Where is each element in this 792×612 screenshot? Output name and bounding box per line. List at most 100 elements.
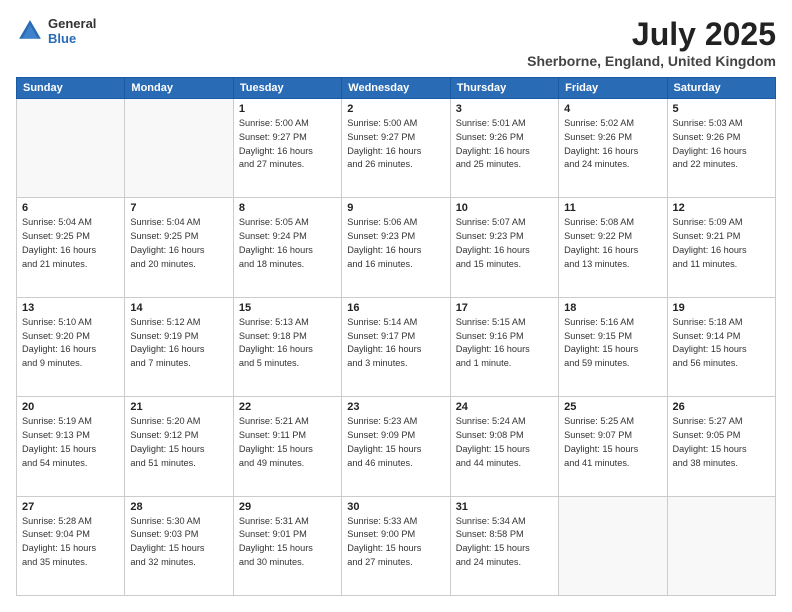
day-number: 12: [673, 202, 770, 214]
day-number: 20: [22, 401, 119, 413]
day-info: Sunrise: 5:34 AM Sunset: 8:58 PM Dayligh…: [456, 515, 553, 570]
day-info: Sunrise: 5:04 AM Sunset: 9:25 PM Dayligh…: [22, 216, 119, 271]
calendar-cell: [667, 496, 775, 595]
day-number: 14: [130, 302, 227, 314]
calendar-body: 1 Sunrise: 5:00 AM Sunset: 9:27 PM Daylig…: [17, 99, 776, 596]
day-info: Sunrise: 5:21 AM Sunset: 9:11 PM Dayligh…: [239, 415, 336, 470]
calendar-cell: 27Sunrise: 5:28 AM Sunset: 9:04 PM Dayli…: [17, 496, 125, 595]
weekday-header: Wednesday: [342, 78, 450, 99]
day-info: Sunrise: 5:10 AM Sunset: 9:20 PM Dayligh…: [22, 316, 119, 371]
day-number: 25: [564, 401, 661, 413]
day-info: Sunrise: 5:00 AM Sunset: 9:27 PM Dayligh…: [239, 117, 336, 172]
day-number: 19: [673, 302, 770, 314]
day-number: 10: [456, 202, 553, 214]
calendar-cell: 22Sunrise: 5:21 AM Sunset: 9:11 PM Dayli…: [233, 397, 341, 496]
calendar-cell: 14 Sunrise: 5:12 AM Sunset: 9:19 PM Dayli…: [125, 297, 233, 396]
day-info: Sunrise: 5:16 AM Sunset: 9:15 PM Dayligh…: [564, 316, 661, 371]
day-info: Sunrise: 5:01 AM Sunset: 9:26 PM Dayligh…: [456, 117, 553, 172]
day-info: Sunrise: 5:13 AM Sunset: 9:18 PM Dayligh…: [239, 316, 336, 371]
day-info: Sunrise: 5:00 AM Sunset: 9:27 PM Dayligh…: [347, 117, 444, 172]
day-number: 8: [239, 202, 336, 214]
day-info: Sunrise: 5:23 AM Sunset: 9:09 PM Dayligh…: [347, 415, 444, 470]
logo-top: General: [48, 16, 96, 31]
calendar-cell: 2Sunrise: 5:00 AM Sunset: 9:27 PM Daylig…: [342, 99, 450, 198]
calendar-header: SundayMondayTuesdayWednesdayThursdayFrid…: [17, 78, 776, 99]
day-info: Sunrise: 5:06 AM Sunset: 9:23 PM Dayligh…: [347, 216, 444, 271]
logo-text: General Blue: [48, 16, 96, 46]
day-info: Sunrise: 5:24 AM Sunset: 9:08 PM Dayligh…: [456, 415, 553, 470]
day-number: 15: [239, 302, 336, 314]
title-block: July 2025 Sherborne, England, United Kin…: [527, 16, 776, 69]
weekday-row: SundayMondayTuesdayWednesdayThursdayFrid…: [17, 78, 776, 99]
day-number: 30: [347, 501, 444, 513]
day-number: 29: [239, 501, 336, 513]
logo-bottom: Blue: [48, 31, 96, 46]
day-number: 7: [130, 202, 227, 214]
weekday-header: Sunday: [17, 78, 125, 99]
day-number: 24: [456, 401, 553, 413]
day-info: Sunrise: 5:02 AM Sunset: 9:26 PM Dayligh…: [564, 117, 661, 172]
page: General Blue July 2025 Sherborne, Englan…: [0, 0, 792, 612]
calendar-cell: 6 Sunrise: 5:04 AM Sunset: 9:25 PM Daylig…: [17, 198, 125, 297]
day-number: 17: [456, 302, 553, 314]
day-info: Sunrise: 5:18 AM Sunset: 9:14 PM Dayligh…: [673, 316, 770, 371]
calendar-cell: 5Sunrise: 5:03 AM Sunset: 9:26 PM Daylig…: [667, 99, 775, 198]
calendar-cell: 7 Sunrise: 5:04 AM Sunset: 9:25 PM Daylig…: [125, 198, 233, 297]
calendar-cell: 20 Sunrise: 5:19 AM Sunset: 9:13 PM Dayli…: [17, 397, 125, 496]
day-info: Sunrise: 5:19 AM Sunset: 9:13 PM Dayligh…: [22, 415, 119, 470]
calendar-cell: 25 Sunrise: 5:25 AM Sunset: 9:07 PM Dayli…: [559, 397, 667, 496]
weekday-header: Friday: [559, 78, 667, 99]
day-number: 13: [22, 302, 119, 314]
calendar-cell: [17, 99, 125, 198]
day-number: 16: [347, 302, 444, 314]
calendar-cell: 3 Sunrise: 5:01 AM Sunset: 9:26 PM Daylig…: [450, 99, 558, 198]
calendar-cell: 15 Sunrise: 5:13 AM Sunset: 9:18 PM Dayli…: [233, 297, 341, 396]
calendar-cell: [559, 496, 667, 595]
day-number: 3: [456, 103, 553, 115]
day-number: 18: [564, 302, 661, 314]
calendar-cell: 24 Sunrise: 5:24 AM Sunset: 9:08 PM Dayli…: [450, 397, 558, 496]
calendar-cell: 4Sunrise: 5:02 AM Sunset: 9:26 PM Daylig…: [559, 99, 667, 198]
calendar-week-row: 20 Sunrise: 5:19 AM Sunset: 9:13 PM Dayli…: [17, 397, 776, 496]
calendar-cell: 10 Sunrise: 5:07 AM Sunset: 9:23 PM Dayli…: [450, 198, 558, 297]
day-info: Sunrise: 5:25 AM Sunset: 9:07 PM Dayligh…: [564, 415, 661, 470]
day-info: Sunrise: 5:09 AM Sunset: 9:21 PM Dayligh…: [673, 216, 770, 271]
day-number: 23: [347, 401, 444, 413]
calendar-week-row: 13 Sunrise: 5:10 AM Sunset: 9:20 PM Dayli…: [17, 297, 776, 396]
day-info: Sunrise: 5:28 AM Sunset: 9:04 PM Dayligh…: [22, 515, 119, 570]
calendar-cell: 17 Sunrise: 5:15 AM Sunset: 9:16 PM Dayli…: [450, 297, 558, 396]
day-info: Sunrise: 5:04 AM Sunset: 9:25 PM Dayligh…: [130, 216, 227, 271]
day-info: Sunrise: 5:15 AM Sunset: 9:16 PM Dayligh…: [456, 316, 553, 371]
day-number: 21: [130, 401, 227, 413]
day-info: Sunrise: 5:30 AM Sunset: 9:03 PM Dayligh…: [130, 515, 227, 570]
weekday-header: Monday: [125, 78, 233, 99]
day-info: Sunrise: 5:07 AM Sunset: 9:23 PM Dayligh…: [456, 216, 553, 271]
day-number: 1: [239, 103, 336, 115]
sub-title: Sherborne, England, United Kingdom: [527, 53, 776, 69]
day-info: Sunrise: 5:31 AM Sunset: 9:01 PM Dayligh…: [239, 515, 336, 570]
calendar-cell: 19 Sunrise: 5:18 AM Sunset: 9:14 PM Dayli…: [667, 297, 775, 396]
calendar-cell: 18 Sunrise: 5:16 AM Sunset: 9:15 PM Dayli…: [559, 297, 667, 396]
weekday-header: Saturday: [667, 78, 775, 99]
day-number: 6: [22, 202, 119, 214]
calendar-cell: 8 Sunrise: 5:05 AM Sunset: 9:24 PM Daylig…: [233, 198, 341, 297]
day-number: 28: [130, 501, 227, 513]
day-info: Sunrise: 5:14 AM Sunset: 9:17 PM Dayligh…: [347, 316, 444, 371]
calendar-cell: 9 Sunrise: 5:06 AM Sunset: 9:23 PM Daylig…: [342, 198, 450, 297]
day-info: Sunrise: 5:33 AM Sunset: 9:00 PM Dayligh…: [347, 515, 444, 570]
calendar-cell: 30 Sunrise: 5:33 AM Sunset: 9:00 PM Dayli…: [342, 496, 450, 595]
day-info: Sunrise: 5:05 AM Sunset: 9:24 PM Dayligh…: [239, 216, 336, 271]
weekday-header: Thursday: [450, 78, 558, 99]
calendar-cell: 29 Sunrise: 5:31 AM Sunset: 9:01 PM Dayli…: [233, 496, 341, 595]
logo: General Blue: [16, 16, 96, 46]
calendar-week-row: 1 Sunrise: 5:00 AM Sunset: 9:27 PM Daylig…: [17, 99, 776, 198]
calendar-cell: 16 Sunrise: 5:14 AM Sunset: 9:17 PM Dayli…: [342, 297, 450, 396]
calendar-cell: 1 Sunrise: 5:00 AM Sunset: 9:27 PM Daylig…: [233, 99, 341, 198]
day-number: 9: [347, 202, 444, 214]
day-info: Sunrise: 5:12 AM Sunset: 9:19 PM Dayligh…: [130, 316, 227, 371]
calendar-cell: 12 Sunrise: 5:09 AM Sunset: 9:21 PM Dayli…: [667, 198, 775, 297]
calendar-cell: 21Sunrise: 5:20 AM Sunset: 9:12 PM Dayli…: [125, 397, 233, 496]
day-info: Sunrise: 5:08 AM Sunset: 9:22 PM Dayligh…: [564, 216, 661, 271]
day-number: 11: [564, 202, 661, 214]
calendar-cell: 28 Sunrise: 5:30 AM Sunset: 9:03 PM Dayli…: [125, 496, 233, 595]
